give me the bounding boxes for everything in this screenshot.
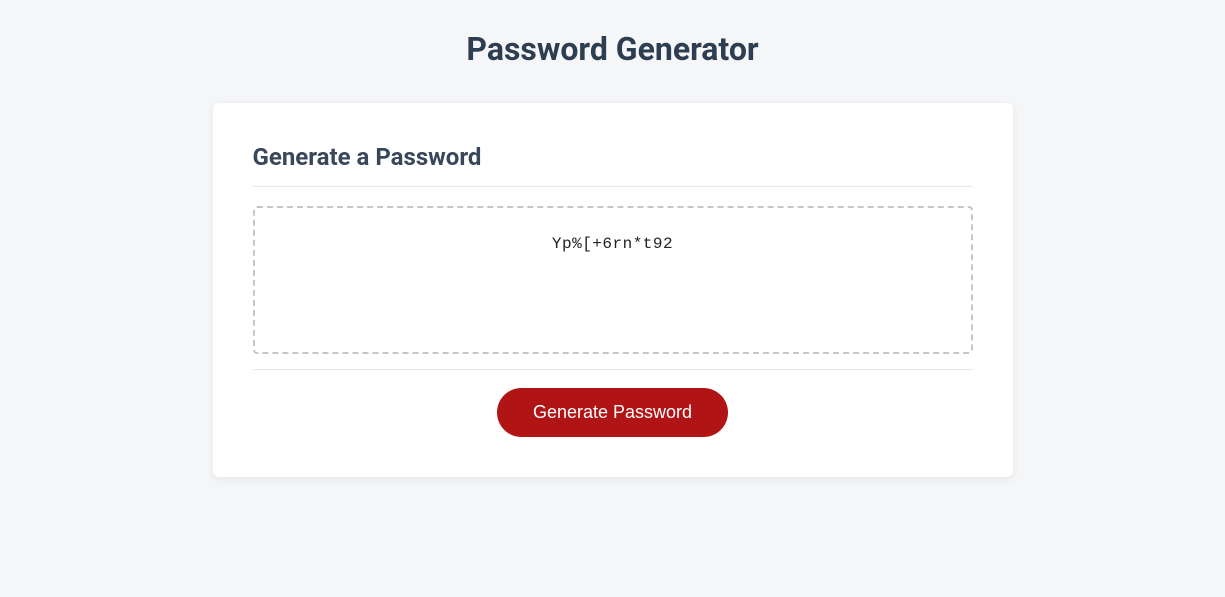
card-header: Generate a Password [253, 143, 973, 187]
card-body: Yp%[+6rn*t92 [253, 186, 973, 370]
page-title: Password Generator [213, 30, 1013, 68]
password-output-box: Yp%[+6rn*t92 [253, 206, 973, 354]
password-output: Yp%[+6rn*t92 [552, 235, 673, 253]
app-container: Password Generator Generate a Password Y… [213, 0, 1013, 477]
card-footer: Generate Password [253, 370, 973, 437]
generator-card: Generate a Password Yp%[+6rn*t92 Generat… [213, 103, 1013, 477]
generate-password-button[interactable]: Generate Password [497, 388, 728, 437]
section-title: Generate a Password [253, 143, 973, 171]
